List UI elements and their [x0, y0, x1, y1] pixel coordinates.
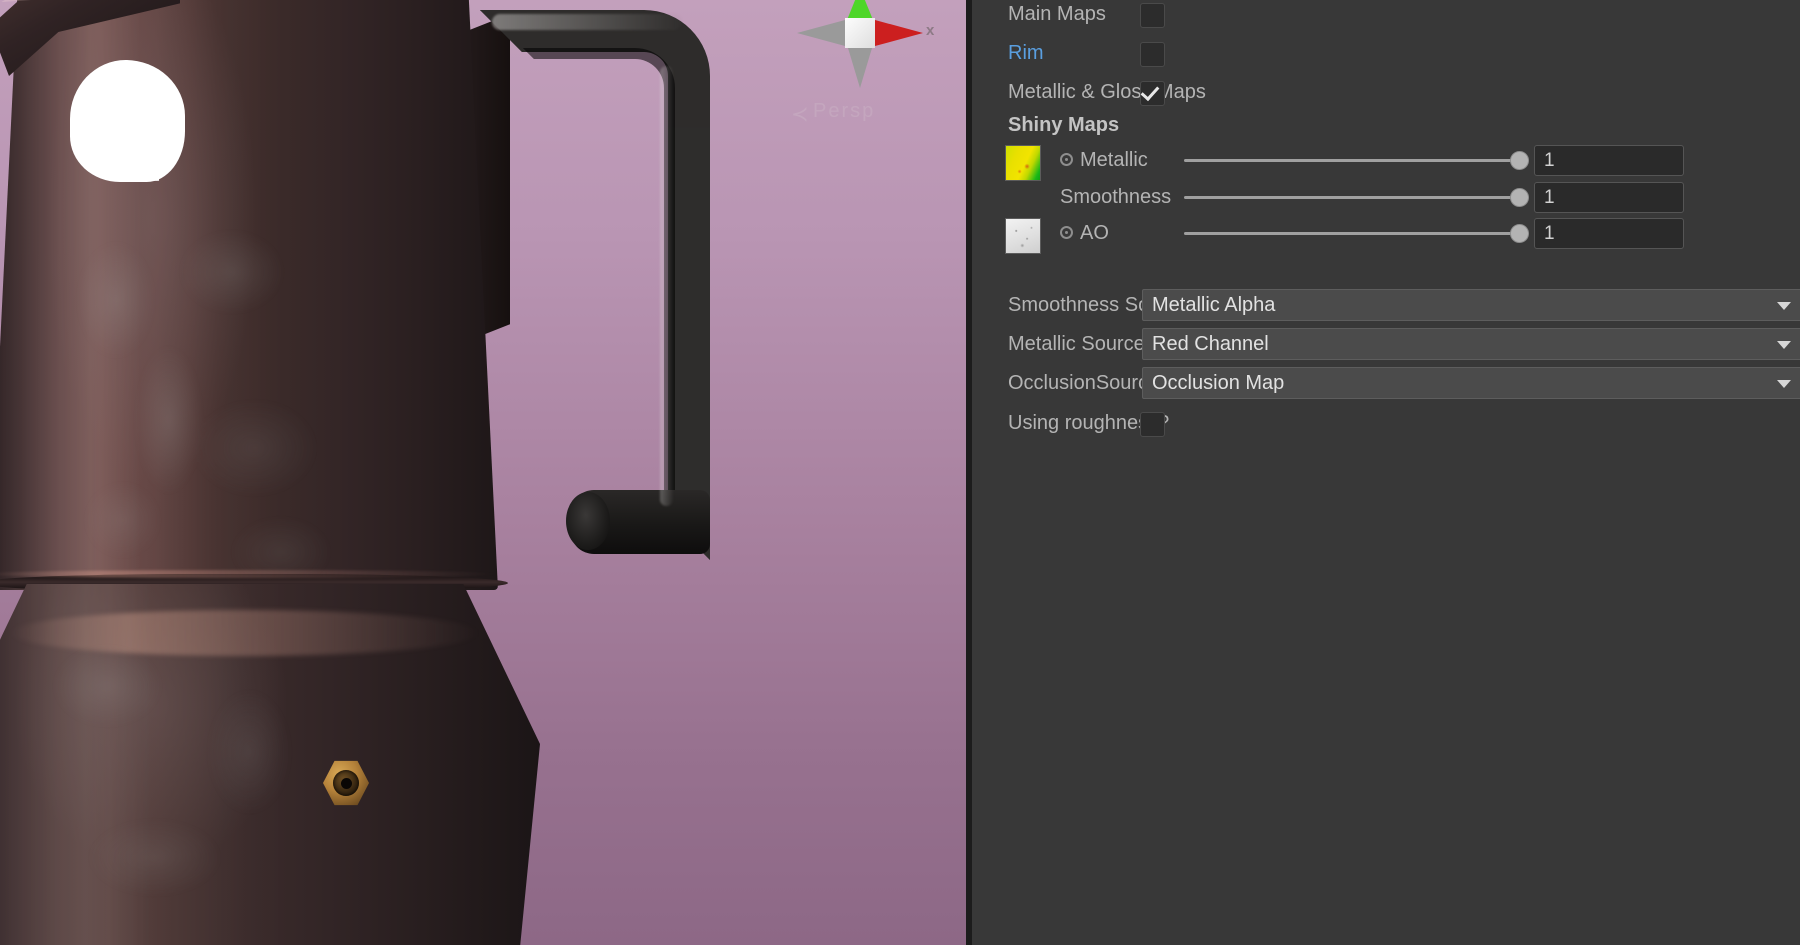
- map-label-smoothness: Smoothness: [1060, 186, 1172, 208]
- ao-slider-knob[interactable]: [1510, 224, 1529, 243]
- dropdown-value-smoothness-source: Metallic Alpha: [1152, 294, 1276, 316]
- map-row-metallic[interactable]: Metallic 1: [972, 140, 1800, 181]
- smoothness-value-text: 1: [1544, 187, 1555, 208]
- dropdown-value-occlusion-source: Occlusion Map: [1152, 372, 1285, 394]
- pot-handle-side-highlight: [660, 66, 673, 506]
- scene-orientation-gizmo[interactable]: x ≺ Persp: [791, 0, 941, 134]
- chevron-down-icon: [1777, 380, 1791, 388]
- scene-viewport[interactable]: x ≺ Persp: [0, 0, 966, 945]
- section-header-shiny-maps: Shiny Maps: [972, 105, 1800, 145]
- toggle-row-main-maps[interactable]: Main Maps: [972, 0, 1800, 34]
- map-label-metallic: Metallic: [1080, 149, 1148, 171]
- ao-texture-thumbnail[interactable]: [1005, 218, 1041, 254]
- ao-value-field[interactable]: 1: [1534, 218, 1684, 249]
- valve-hole: [341, 778, 352, 789]
- dropdown-row-smoothness-source[interactable]: Smoothness Source Metallic Alpha: [972, 285, 1800, 325]
- gizmo-back-arrow-icon: ≺: [791, 103, 809, 126]
- gizmo-projection-label[interactable]: Persp: [813, 100, 875, 123]
- metallic-slider-track[interactable]: [1184, 159, 1529, 162]
- pot-handle-groove: [523, 48, 675, 518]
- dropdown-metallic-source[interactable]: Red Channel: [1142, 328, 1800, 360]
- material-inspector-panel: Main Maps Rim Metallic & Gloss Maps Shin…: [972, 0, 1800, 945]
- map-row-ao[interactable]: AO 1: [972, 213, 1800, 254]
- gizmo-center-cube[interactable]: [845, 18, 875, 48]
- gizmo-x-axis-label: x: [926, 22, 935, 39]
- metallic-slider-knob[interactable]: [1510, 151, 1529, 170]
- section-header-label: Shiny Maps: [1008, 114, 1120, 136]
- pot-patina-upper: [50, 200, 380, 600]
- pot-collar-highlight: [0, 570, 499, 578]
- smoothness-slider-knob[interactable]: [1510, 188, 1529, 207]
- smoothness-value-field[interactable]: 1: [1534, 182, 1684, 213]
- map-label-ao: AO: [1080, 222, 1109, 244]
- chevron-down-icon: [1777, 341, 1791, 349]
- dropdown-value-metallic-source: Red Channel: [1152, 333, 1269, 355]
- pot-handle-top-highlight: [492, 14, 682, 30]
- toggle-checkbox-rim[interactable]: [1140, 42, 1165, 67]
- pot-safety-valve: [323, 760, 369, 806]
- toggle-checkbox-metallic-gloss-maps[interactable]: [1140, 81, 1165, 106]
- dropdown-label-metallic-source: Metallic Source: [1008, 333, 1145, 355]
- smoothness-slider-track[interactable]: [1184, 196, 1529, 199]
- toggle-label-rim: Rim: [1008, 42, 1044, 64]
- toggle-label-main-maps: Main Maps: [1008, 3, 1106, 25]
- gizmo-y-axis-cone[interactable]: [847, 0, 873, 20]
- ao-slider-track[interactable]: [1184, 232, 1529, 235]
- toggle-row-using-roughness[interactable]: Using roughness?: [972, 403, 1800, 443]
- toggle-checkbox-main-maps[interactable]: [1140, 3, 1165, 28]
- unity-editor-window: x ≺ Persp Main Maps Rim Metallic & Gloss…: [0, 0, 1800, 945]
- toggle-checkbox-using-roughness[interactable]: [1140, 412, 1165, 437]
- dropdown-label-occlusion-source: OcclusionSource: [1008, 372, 1160, 394]
- dropdown-row-metallic-source[interactable]: Metallic Source Red Channel: [972, 324, 1800, 364]
- ao-texture-picker-icon[interactable]: [1060, 226, 1073, 239]
- dropdown-row-occlusion-source[interactable]: OcclusionSource Occlusion Map: [972, 363, 1800, 403]
- metallic-value-text: 1: [1544, 150, 1555, 171]
- metallic-texture-picker-icon[interactable]: [1060, 153, 1073, 166]
- pot-handle-tip-cap: [566, 492, 610, 550]
- gizmo-negative-y-axis-cone[interactable]: [848, 48, 872, 88]
- gizmo-x-axis-cone[interactable]: [875, 20, 923, 46]
- ao-value-text: 1: [1544, 223, 1555, 244]
- toggle-row-rim[interactable]: Rim: [972, 33, 1800, 73]
- chevron-down-icon: [1777, 302, 1791, 310]
- dropdown-occlusion-source[interactable]: Occlusion Map: [1142, 367, 1800, 399]
- gizmo-negative-x-axis-cone[interactable]: [797, 20, 845, 46]
- metallic-value-field[interactable]: 1: [1534, 145, 1684, 176]
- map-row-smoothness[interactable]: Smoothness 1: [972, 177, 1800, 217]
- dropdown-smoothness-source[interactable]: Metallic Alpha: [1142, 289, 1800, 321]
- metallic-texture-thumbnail[interactable]: [1005, 145, 1041, 181]
